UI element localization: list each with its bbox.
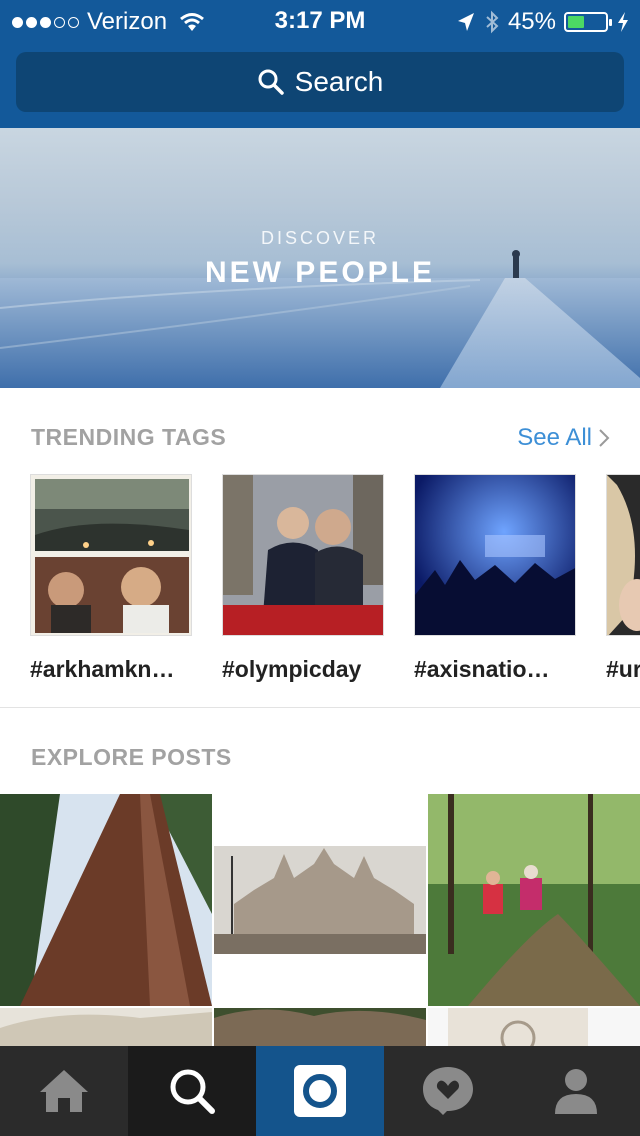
battery-level — [568, 16, 585, 28]
status-right: 45% — [456, 8, 630, 36]
search-icon — [258, 69, 284, 95]
battery-icon — [564, 12, 612, 32]
post-image — [214, 846, 426, 954]
section-divider — [0, 707, 640, 708]
charging-bolt-icon — [618, 12, 628, 32]
profile-icon — [555, 1069, 597, 1114]
tag-label: #olympicday — [222, 656, 362, 682]
explore-posts-header: EXPLORE POSTS — [31, 744, 232, 770]
search-input[interactable]: Search — [16, 52, 624, 112]
tab-profile[interactable] — [512, 1046, 640, 1136]
tag-item[interactable]: #olympicday — [222, 474, 384, 682]
explore-post[interactable] — [214, 794, 426, 1006]
tag-label: #arkhamkn… — [30, 656, 175, 682]
home-icon — [40, 1070, 88, 1112]
tab-search[interactable] — [128, 1046, 256, 1136]
tag-item[interactable]: #ur — [606, 474, 640, 682]
post-image — [428, 794, 640, 1006]
battery-percent: 45% — [507, 8, 556, 35]
chevron-right-icon — [599, 429, 610, 447]
explore-post[interactable] — [428, 794, 640, 1006]
tag-label: #axisnatio… — [414, 656, 550, 682]
activity-icon — [423, 1067, 473, 1115]
tab-activity[interactable] — [384, 1046, 512, 1136]
trending-tags-row: #arkhamkn… #olympicday #axisnatio… #ur — [0, 474, 640, 682]
tag-thumbnail — [606, 474, 640, 636]
explore-post[interactable] — [0, 794, 212, 1006]
post-image — [0, 794, 212, 1006]
tab-bar — [0, 1046, 640, 1136]
header: Verizon 3:17 PM 45% Search — [0, 0, 640, 128]
tag-thumbnail — [414, 474, 576, 636]
banner-title: NEW PEOPLE — [204, 256, 436, 289]
tag-item[interactable]: #axisnatio… — [414, 474, 576, 682]
camera-icon — [294, 1065, 346, 1117]
see-all-label: See All — [517, 424, 592, 451]
discover-people-banner[interactable]: DISCOVER NEW PEOPLE — [0, 128, 640, 388]
bluetooth-icon — [486, 10, 499, 34]
tab-home[interactable] — [0, 1046, 128, 1136]
app-screen: Verizon 3:17 PM 45% Search DISCOVER NEW … — [0, 0, 640, 1136]
banner-subtitle: DISCOVER — [260, 228, 380, 248]
explore-grid — [0, 794, 640, 1054]
search-icon — [170, 1069, 215, 1114]
tag-thumbnail — [222, 474, 384, 636]
status-bar: Verizon 3:17 PM 45% — [0, 0, 640, 40]
tag-item[interactable]: #arkhamkn… — [30, 474, 192, 682]
search-placeholder: Search — [294, 66, 384, 97]
location-arrow-icon — [457, 13, 474, 31]
tag-label: #ur — [606, 656, 640, 682]
see-all-link[interactable]: See All — [517, 424, 610, 452]
trending-tags-header: TRENDING TAGS — [31, 424, 227, 450]
tab-camera[interactable] — [256, 1046, 384, 1136]
tag-thumbnail — [30, 474, 192, 636]
